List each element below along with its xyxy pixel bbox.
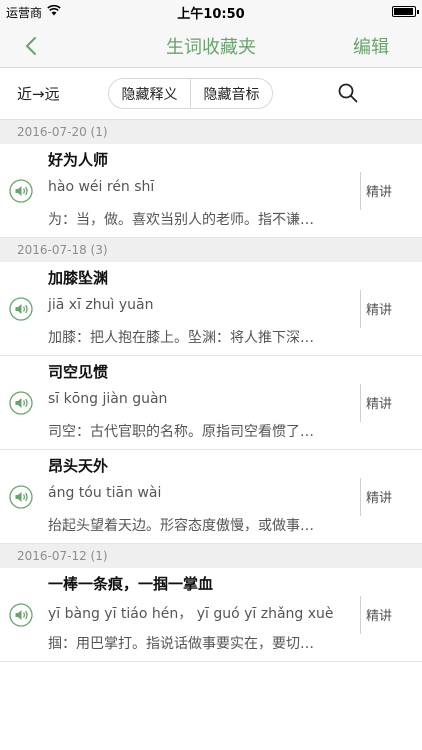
- idiom-pinyin: áng tóu tiān wài: [48, 485, 162, 501]
- idiom-definition: 掴：用巴掌打。指说话做事要实在，要切…: [48, 636, 314, 652]
- idiom-definition: 抬起头望着天边。形容态度傲慢，或做事…: [48, 518, 314, 534]
- idiom-pinyin: sī kōng jiàn guàn: [48, 391, 168, 407]
- divider: [360, 478, 361, 516]
- divider: [360, 172, 361, 210]
- date-header: 2016-07-12 (1): [0, 544, 422, 568]
- edit-button[interactable]: 编辑: [353, 33, 389, 59]
- idiom-pinyin: hào wéi rén shī: [48, 179, 155, 195]
- status-bar: 运营商 上午10:50: [0, 0, 422, 24]
- list-item[interactable]: 昂头天外 áng tóu tiān wài 抬起头望着天边。形容态度傲慢，或做事…: [0, 450, 422, 544]
- battery-icon: [392, 6, 419, 17]
- hide-pinyin-button[interactable]: 隐藏音标: [190, 79, 272, 108]
- idiom-word: 加膝坠渊: [48, 269, 109, 287]
- divider: [360, 596, 361, 634]
- idiom-word: 司空见惯: [48, 363, 109, 381]
- list-item[interactable]: 加膝坠渊 jiā xī zhuì yuān 加膝：把人抱在膝上。坠渊：将人推下深…: [0, 262, 422, 356]
- hide-definition-button[interactable]: 隐藏释义: [109, 79, 190, 108]
- list-item[interactable]: 一棒一条痕，一掴一掌血 yī bàng yī tiáo hén， yī guó …: [0, 568, 422, 662]
- speaker-icon[interactable]: [9, 391, 33, 415]
- speaker-icon[interactable]: [9, 297, 33, 321]
- idiom-definition: 加膝：把人抱在膝上。坠渊：将人推下深…: [48, 330, 314, 346]
- idiom-pinyin: jiā xī zhuì yuān: [48, 297, 154, 313]
- filter-bar: 近→远 隐藏释义 隐藏音标: [0, 68, 422, 120]
- display-toggle-group: 隐藏释义 隐藏音标: [108, 78, 273, 109]
- nav-bar: 生词收藏夹 编辑: [0, 24, 422, 68]
- divider: [360, 384, 361, 422]
- speaker-icon[interactable]: [9, 603, 33, 627]
- idiom-definition: 司空：古代官职的名称。原指司空看惯了…: [48, 424, 314, 440]
- speaker-icon[interactable]: [9, 179, 33, 203]
- status-time: 上午10:50: [177, 7, 245, 22]
- explain-button[interactable]: 精讲: [366, 605, 392, 624]
- speaker-icon[interactable]: [9, 485, 33, 509]
- vocab-list: 2016-07-20 (1) 好为人师 hào wéi rén shī 为：当，…: [0, 120, 422, 662]
- idiom-definition: 为：当，做。喜欢当别人的老师。指不谦…: [48, 212, 314, 228]
- idiom-word: 好为人师: [48, 151, 109, 169]
- idiom-pinyin: yī bàng yī tiáo hén， yī guó yī zhǎng xuè: [48, 606, 334, 622]
- explain-button[interactable]: 精讲: [366, 487, 392, 506]
- explain-button[interactable]: 精讲: [366, 393, 392, 412]
- date-header: 2016-07-18 (3): [0, 238, 422, 262]
- list-item[interactable]: 司空见惯 sī kōng jiàn guàn 司空：古代官职的名称。原指司空看惯…: [0, 356, 422, 450]
- list-item[interactable]: 好为人师 hào wéi rén shī 为：当，做。喜欢当别人的老师。指不谦……: [0, 144, 422, 238]
- idiom-word: 昂头天外: [48, 457, 109, 475]
- explain-button[interactable]: 精讲: [366, 181, 392, 200]
- sort-order-button[interactable]: 近→远: [17, 83, 60, 104]
- search-icon[interactable]: [336, 81, 360, 105]
- explain-button[interactable]: 精讲: [366, 299, 392, 318]
- divider: [360, 290, 361, 328]
- idiom-word: 一棒一条痕，一掴一掌血: [48, 575, 214, 593]
- date-header: 2016-07-20 (1): [0, 120, 422, 144]
